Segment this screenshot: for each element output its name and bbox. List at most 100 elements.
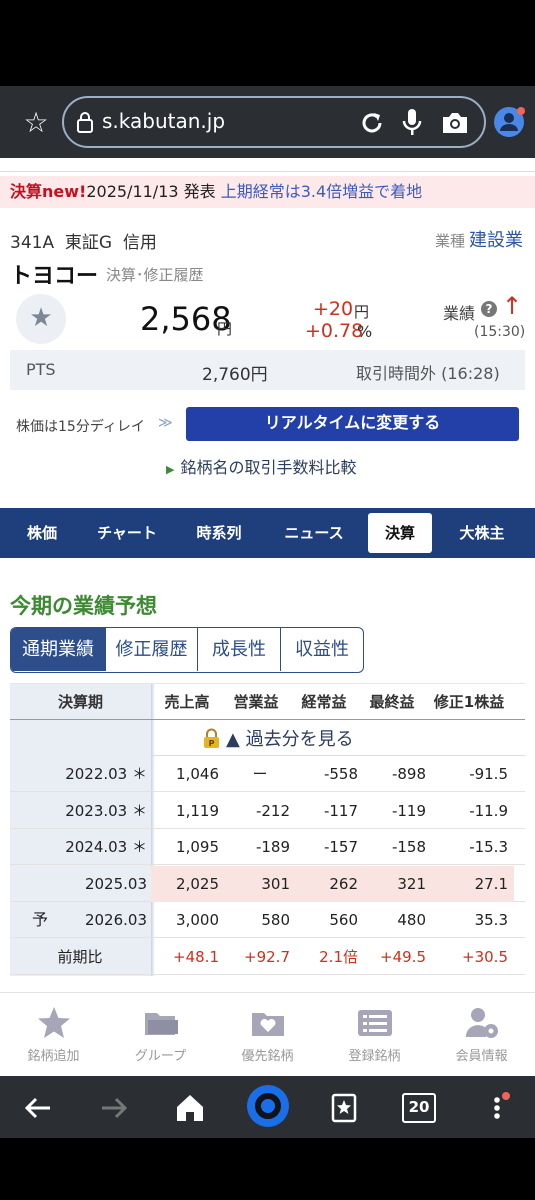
tab-earnings[interactable]: 決算 xyxy=(368,513,432,553)
value-cell: +49.5 xyxy=(380,947,426,966)
tab-timeseries[interactable]: 時系列 xyxy=(176,508,262,558)
triangle-right-icon: ▶ xyxy=(166,463,175,476)
commission-compare-link[interactable]: ▶ 銘柄名の取引手数料比較 xyxy=(166,454,356,478)
tab-major-shareholders[interactable]: 大株主 xyxy=(440,508,524,558)
nav-label: 優先銘柄 xyxy=(241,1049,294,1064)
address-bar[interactable]: s.kabutan.jp xyxy=(62,96,486,148)
star-icon xyxy=(38,1007,70,1038)
stock-code-line: 341A 東証G 信用 xyxy=(10,233,157,253)
show-past-row[interactable]: P ▲ 過去分を見る xyxy=(151,720,525,756)
value-cell: +92.7 xyxy=(244,947,290,966)
table-row: 2024.03 ＊ 1,095 -189 -157 -158 -15.3 xyxy=(10,829,525,865)
value-cell: -11.9 xyxy=(469,801,508,820)
performance-time: (15:30) xyxy=(474,324,526,340)
top-divider xyxy=(0,158,535,172)
show-past-link[interactable]: P ▲ 過去分を見る xyxy=(203,725,354,751)
earnings-notice[interactable]: 決算new!2025/11/13 発表 上期経常は3.4倍増益で着地 xyxy=(0,176,535,208)
value-cell: +30.5 xyxy=(462,947,508,966)
nav-member-info[interactable]: 会員情報 xyxy=(428,993,535,1077)
value-cell: 27.1 xyxy=(474,874,508,893)
section-title: 今期の業績予想 xyxy=(10,594,157,618)
user-gear-icon xyxy=(465,1008,498,1038)
period-cell: 前期比 xyxy=(57,947,103,966)
tab-chart[interactable]: チャート xyxy=(84,508,170,558)
compare-link-label[interactable]: 銘柄名の取引手数料比較 xyxy=(180,458,356,477)
value-cell: 3,000 xyxy=(176,911,219,929)
list-icon xyxy=(358,1010,392,1036)
subtab-revisions[interactable]: 修正履歴 xyxy=(106,628,198,671)
nav-registered[interactable]: 登録銘柄 xyxy=(321,993,428,1077)
period-cell: 2023.03 ＊ xyxy=(65,801,147,820)
profile-avatar-icon[interactable] xyxy=(493,106,525,138)
microphone-icon[interactable] xyxy=(401,107,423,137)
value-cell: -117 xyxy=(323,801,358,820)
value-cell: ー xyxy=(252,765,268,783)
home-icon[interactable] xyxy=(172,1090,208,1126)
value-cell: -157 xyxy=(323,838,358,856)
notice-tag: 決算new! xyxy=(10,182,87,201)
value-cell: 1,119 xyxy=(176,801,219,820)
notice-headline[interactable]: 上期経常は3.4倍増益で着地 xyxy=(221,182,422,201)
table-header: 決算期 売上高 営業益 経常益 最終益 修正1株益 xyxy=(10,684,525,720)
show-past-label[interactable]: ▲ 過去分を見る xyxy=(226,729,354,750)
forward-arrow-icon[interactable] xyxy=(96,1090,132,1126)
header-sales: 売上高 xyxy=(164,693,210,711)
notice-date: 2025/11/13 発表 xyxy=(86,182,216,201)
nav-add-stock[interactable]: 銘柄追加 xyxy=(0,993,107,1077)
folder-icon xyxy=(145,1013,178,1035)
back-arrow-icon[interactable] xyxy=(20,1090,56,1126)
realtime-button[interactable]: リアルタイムに変更する xyxy=(186,407,519,441)
value-cell: -189 xyxy=(255,838,290,856)
bookmark-star-icon[interactable]: ☆ xyxy=(20,108,52,138)
nav-label: グループ xyxy=(134,1049,187,1064)
period-cell: 2022.03 ＊ xyxy=(65,765,147,783)
tab-news[interactable]: ニュース xyxy=(270,508,358,558)
header-eps: 修正1株益 xyxy=(433,693,505,711)
nav-group[interactable]: グループ xyxy=(107,993,214,1077)
table-row: 2022.03 ＊ 1,046 ー -558 -898 -91.5 xyxy=(10,756,525,792)
camera-icon[interactable] xyxy=(440,109,470,137)
main-tabbar: 株価 チャート 時系列 ニュース 決算 大株主 xyxy=(0,508,535,558)
sector-link[interactable]: 建設業 xyxy=(469,230,523,251)
subtab-profitability[interactable]: 収益性 xyxy=(281,628,363,671)
bookmarks-icon[interactable] xyxy=(326,1090,362,1126)
subtab-full-year[interactable]: 通期業績 xyxy=(11,628,106,671)
value-cell: 480 xyxy=(397,911,426,929)
subtab-growth[interactable]: 成長性 xyxy=(198,628,281,671)
value-cell: +48.1 xyxy=(173,947,219,966)
period-cell: 2025.03 xyxy=(84,874,147,893)
header-operating-profit: 営業益 xyxy=(233,693,279,711)
heart-folder-icon xyxy=(252,1013,284,1036)
favorite-button[interactable]: ★ xyxy=(16,294,66,344)
delay-notice: 株価は15分ディレイ xyxy=(16,419,145,435)
table-row: 予 2026.03 3,000 580 560 480 35.3 xyxy=(10,902,525,938)
nav-priority[interactable]: 優先銘柄 xyxy=(214,993,321,1077)
url-text[interactable]: s.kabutan.jp xyxy=(102,109,225,133)
header-ordinary-profit: 経常益 xyxy=(301,693,347,711)
help-icon[interactable]: ? xyxy=(481,301,497,317)
header-net-profit: 最終益 xyxy=(369,693,415,711)
tab-count-button[interactable]: 20 xyxy=(402,1093,436,1123)
value-cell: 321 xyxy=(397,874,426,893)
browser-nav-bar: 20 xyxy=(0,1076,535,1138)
tab-stock-price[interactable]: 株価 xyxy=(0,508,84,558)
svg-text:P: P xyxy=(209,739,215,748)
revision-history-link[interactable]: 決算･修正履歴 xyxy=(106,264,204,285)
value-cell: 580 xyxy=(261,911,290,929)
browser-toolbar: ☆ s.kabutan.jp xyxy=(0,86,535,158)
more-menu-icon[interactable] xyxy=(482,1090,518,1126)
company-name: トヨコー xyxy=(10,264,99,289)
performance-label[interactable]: 業績 xyxy=(443,300,475,324)
period-cell: 2026.03 xyxy=(84,911,147,929)
reload-icon[interactable] xyxy=(358,109,386,137)
assistant-circle-icon[interactable] xyxy=(246,1084,290,1128)
star-icon: ★ xyxy=(29,303,53,333)
value-cell: 262 xyxy=(329,874,358,893)
price-change-pct-unit: % xyxy=(357,322,373,341)
value-cell: 35.3 xyxy=(474,911,508,929)
table-row: 2023.03 ＊ 1,119 -212 -117 -119 -11.9 xyxy=(10,793,525,829)
value-cell: 301 xyxy=(261,874,290,893)
table-row: 2025.03 2,025 301 262 321 27.1 xyxy=(10,865,525,902)
nav-label: 銘柄追加 xyxy=(27,1049,80,1064)
price-unit: 円 xyxy=(217,320,233,338)
